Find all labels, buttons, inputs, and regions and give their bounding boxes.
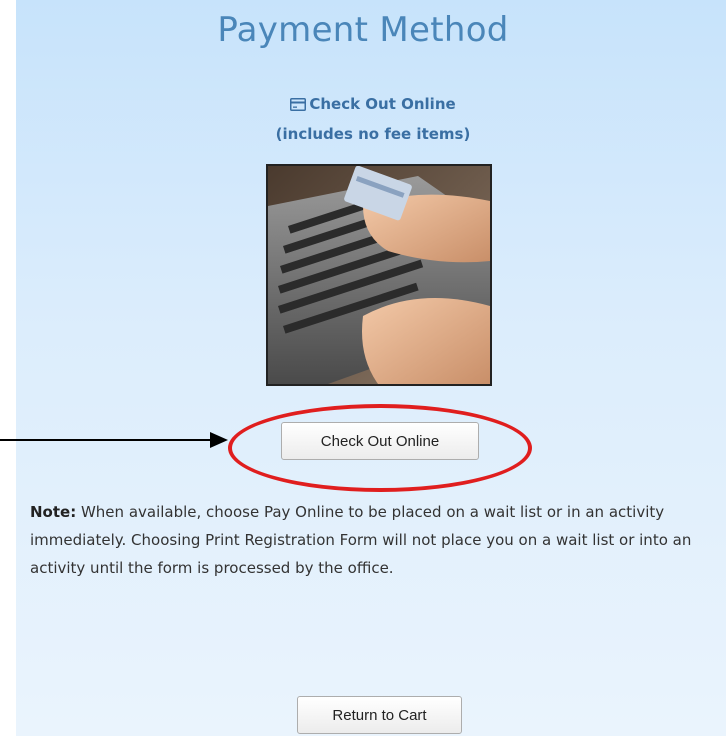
note-paragraph: Note: When available, choose Pay Online … [30,498,720,582]
note-text: When available, choose Pay Online to be … [30,503,692,577]
credit-card-icon [290,92,307,120]
method-heading: Check Out Online [309,95,456,113]
hands-typing-credit-card-photo [266,164,492,386]
page-title: Payment Method [217,10,509,50]
annotation-arrow [0,432,228,448]
method-subheading: (includes no fee items) [275,125,471,143]
check-out-online-button[interactable]: Check Out Online [281,422,479,460]
note-label: Note: [30,503,77,521]
payment-method-header: Check Out Online (includes no fee items) [0,90,726,148]
return-to-cart-button[interactable]: Return to Cart [297,696,462,734]
